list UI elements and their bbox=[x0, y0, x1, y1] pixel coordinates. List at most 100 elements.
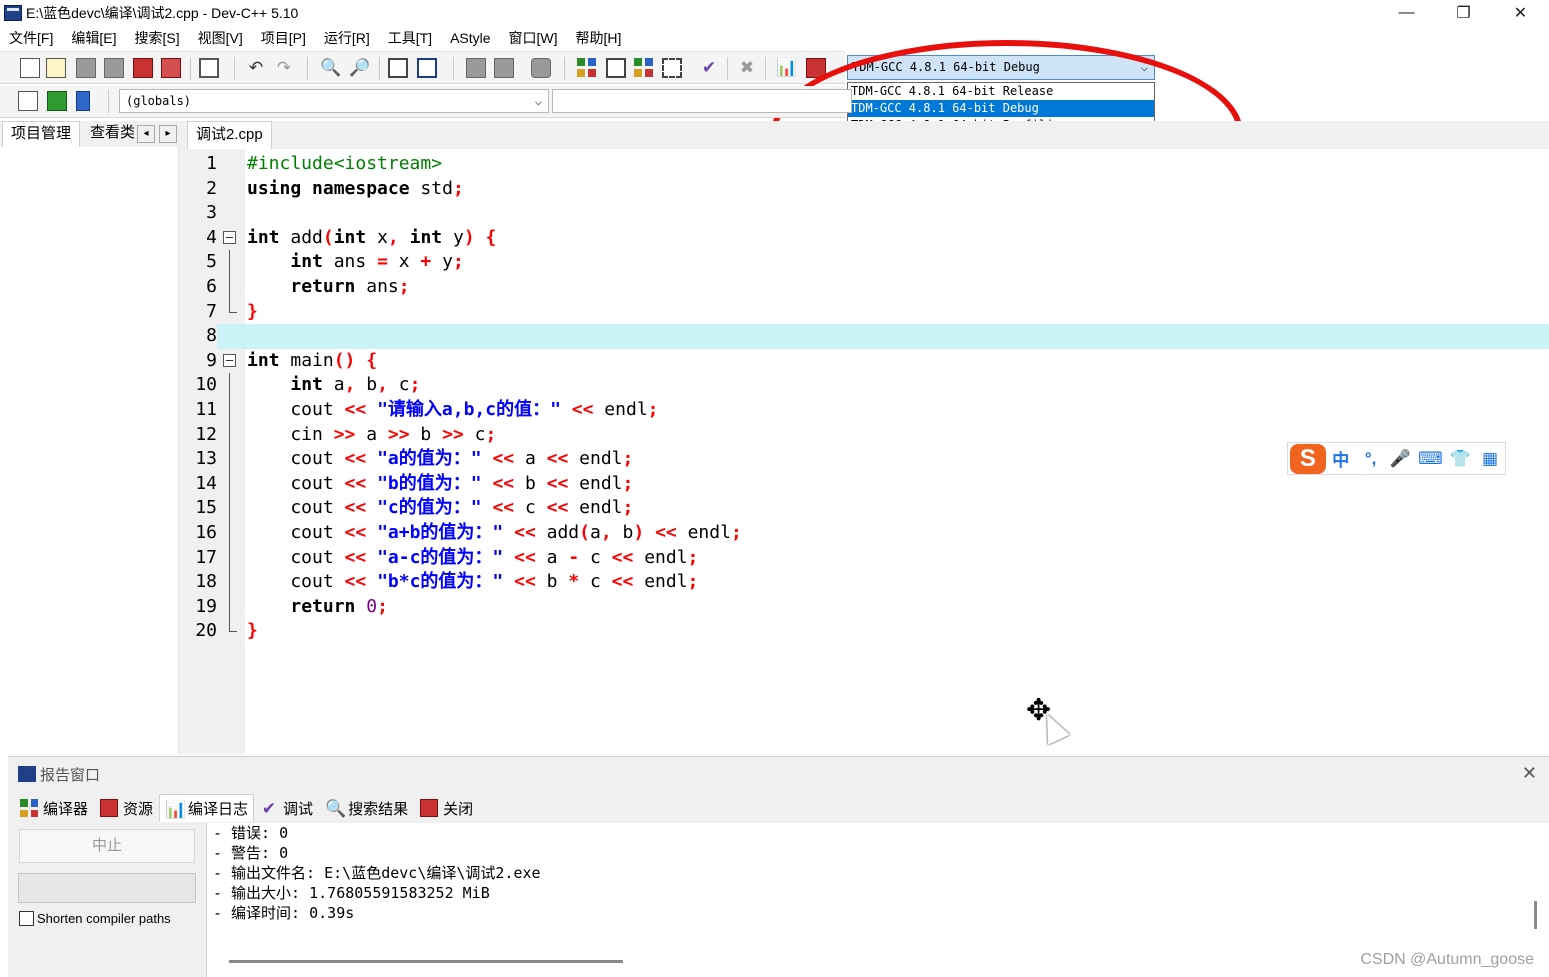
code-line[interactable]: 10 int a, b, c; bbox=[185, 373, 1549, 398]
close-button[interactable]: ✕ bbox=[1492, 0, 1549, 26]
redo-icon[interactable]: ↷ bbox=[274, 58, 294, 78]
remove-from-project-icon[interactable] bbox=[494, 58, 514, 78]
open-file-icon[interactable] bbox=[46, 58, 66, 78]
code-token: b bbox=[355, 374, 378, 396]
skin-shirt-icon[interactable]: 👕 bbox=[1445, 449, 1475, 469]
delete-profile-icon[interactable] bbox=[806, 58, 826, 78]
code-line[interactable]: 18 cout << "b*c的值为：" << b * c << endl; bbox=[185, 570, 1549, 595]
goto-line-icon[interactable] bbox=[388, 58, 408, 78]
ime-chinese-mode[interactable]: 中 bbox=[1326, 446, 1356, 471]
tab-resources[interactable]: 资源 bbox=[94, 794, 159, 822]
code-line[interactable]: 5 int ans = x + y; bbox=[185, 250, 1549, 275]
fold-toggle-icon[interactable] bbox=[221, 226, 245, 251]
tab-scroll-left-icon[interactable]: ◂ bbox=[137, 125, 155, 143]
compile-icon[interactable] bbox=[577, 58, 597, 78]
code-line[interactable]: 1 #include<iostream> bbox=[185, 152, 1549, 177]
sogou-logo-icon[interactable]: S bbox=[1290, 443, 1326, 474]
code-line[interactable]: 16 cout << "a+b的值为：" << add(a, b) << end… bbox=[185, 521, 1549, 546]
code-line[interactable]: 3 bbox=[185, 201, 1549, 226]
member-select[interactable] bbox=[552, 89, 852, 113]
tab-compiler[interactable]: 编译器 bbox=[14, 794, 94, 822]
goto-bookmark-icon[interactable] bbox=[47, 91, 67, 111]
code-line[interactable]: 4 int add(int x, int y) { bbox=[185, 226, 1549, 251]
compiler-option[interactable]: TDM-GCC 4.8.1 64-bit Release bbox=[848, 83, 1154, 100]
fold-toggle-icon[interactable] bbox=[221, 349, 245, 374]
save-all-icon[interactable] bbox=[104, 58, 124, 78]
tab-compile-log[interactable]: 📊 编译日志 bbox=[159, 794, 255, 822]
insert-snippet-icon[interactable] bbox=[18, 91, 38, 111]
code-line[interactable]: 8 bbox=[185, 324, 1549, 349]
ime-punctuation-icon[interactable]: °, bbox=[1356, 449, 1386, 469]
code-line[interactable]: 11 cout << "请输入a,b,c的值：" << endl; bbox=[185, 398, 1549, 423]
tab-file[interactable]: 调试2.cpp bbox=[187, 121, 272, 149]
replace-icon[interactable]: 🔎 bbox=[349, 58, 370, 78]
tab-project-manager[interactable]: 项目管理 bbox=[2, 121, 81, 147]
code-line[interactable]: 2 using namespace std; bbox=[185, 177, 1549, 202]
shorten-paths-checkbox[interactable] bbox=[19, 911, 34, 926]
code-line[interactable]: 9 int main() { bbox=[185, 349, 1549, 374]
code-token: >> bbox=[387, 423, 410, 445]
tab-close[interactable]: 关闭 bbox=[414, 794, 479, 822]
log-vertical-scrollbar[interactable] bbox=[1534, 901, 1537, 929]
code-line[interactable]: 14 cout << "b的值为：" << b << endl; bbox=[185, 471, 1549, 497]
project-options-icon[interactable] bbox=[531, 58, 551, 78]
tab-debug[interactable]: ✔ 调试 bbox=[254, 794, 319, 822]
menu-file[interactable]: 文件[F] bbox=[0, 27, 62, 49]
syntax-check-icon[interactable]: ✔ bbox=[699, 58, 719, 78]
menu-tools[interactable]: 工具[T] bbox=[379, 27, 441, 49]
abort-button[interactable]: 中止 bbox=[19, 829, 195, 863]
menu-help[interactable]: 帮助[H] bbox=[567, 27, 631, 49]
run-icon[interactable] bbox=[606, 58, 626, 78]
menu-project[interactable]: 项目[P] bbox=[252, 27, 315, 49]
toggle-fullscreen-icon[interactable] bbox=[417, 58, 437, 78]
close-all-icon[interactable] bbox=[161, 58, 181, 78]
new-file-icon[interactable] bbox=[20, 58, 40, 78]
menu-edit[interactable]: 编辑[E] bbox=[62, 27, 125, 49]
code-line[interactable]: 17 cout << "a-c的值为：" << a - c << endl; bbox=[185, 545, 1549, 571]
close-file-icon[interactable] bbox=[133, 58, 153, 78]
toolbox-grid-icon[interactable]: ▦ bbox=[1475, 449, 1505, 469]
log-horizontal-scrollbar[interactable] bbox=[229, 960, 623, 963]
fold-minus-icon[interactable] bbox=[223, 230, 236, 244]
code-line[interactable]: 20} bbox=[185, 619, 1549, 644]
menu-astyle[interactable]: AStyle bbox=[441, 27, 499, 49]
tab-search-results[interactable]: 🔍 搜索结果 bbox=[319, 794, 414, 822]
maximize-button[interactable]: ❐ bbox=[1435, 0, 1492, 26]
tab-class-browser[interactable]: 查看类 bbox=[82, 121, 136, 147]
tab-scroll-right-icon[interactable]: ▸ bbox=[159, 125, 177, 143]
menu-window[interactable]: 窗口[W] bbox=[500, 27, 567, 49]
microphone-icon[interactable]: 🎤 bbox=[1386, 449, 1416, 469]
compile-run-icon[interactable] bbox=[634, 58, 654, 78]
code-token: a bbox=[322, 374, 345, 396]
keyboard-icon[interactable]: ⌨ bbox=[1415, 449, 1445, 469]
stop-execution-icon[interactable]: ✖ bbox=[737, 58, 757, 78]
menu-view[interactable]: 视图[V] bbox=[189, 27, 252, 49]
add-to-project-icon[interactable] bbox=[466, 58, 486, 78]
menu-run[interactable]: 运行[R] bbox=[315, 27, 379, 49]
code-line[interactable]: 19 return 0; bbox=[185, 594, 1549, 620]
minimize-button[interactable]: — bbox=[1378, 0, 1435, 26]
print-icon[interactable] bbox=[199, 58, 219, 78]
project-tree[interactable] bbox=[4, 147, 179, 754]
compiler-set-select[interactable]: TDM-GCC 4.8.1 64-bit Debug ⌵ bbox=[847, 55, 1155, 80]
find-icon[interactable]: 🔍 bbox=[320, 58, 341, 78]
code-line[interactable]: 7} bbox=[185, 299, 1549, 325]
save-icon[interactable] bbox=[76, 58, 96, 78]
code-token: ; bbox=[622, 448, 634, 470]
code-line[interactable]: 6 return ans; bbox=[185, 275, 1549, 300]
report-close-icon[interactable]: ✕ bbox=[1522, 763, 1537, 784]
code-line[interactable]: 15 cout << "c的值为：" << c << endl; bbox=[185, 496, 1549, 521]
undo-icon[interactable]: ↶ bbox=[246, 58, 266, 78]
compile-log[interactable]: - 错误: 0 - 警告: 0 - 输出文件名: E:\蓝色devc\编译\调试2.… bbox=[206, 823, 1549, 977]
class-scope-select[interactable]: (globals) ⌵ bbox=[119, 89, 549, 113]
rebuild-all-icon[interactable] bbox=[662, 58, 682, 78]
code-text: cout << "c的值为：" << c << endl; bbox=[247, 496, 633, 521]
compiler-option[interactable]: TDM-GCC 4.8.1 64-bit Debug bbox=[848, 100, 1154, 117]
toggle-bookmark-icon[interactable] bbox=[76, 91, 90, 111]
profile-chart-icon[interactable]: 📊 bbox=[776, 58, 797, 78]
shorten-paths-option[interactable]: Shorten compiler paths bbox=[19, 911, 171, 926]
menu-search[interactable]: 搜索[S] bbox=[125, 27, 188, 49]
fold-end bbox=[221, 619, 245, 644]
fold-minus-icon[interactable] bbox=[223, 353, 236, 367]
